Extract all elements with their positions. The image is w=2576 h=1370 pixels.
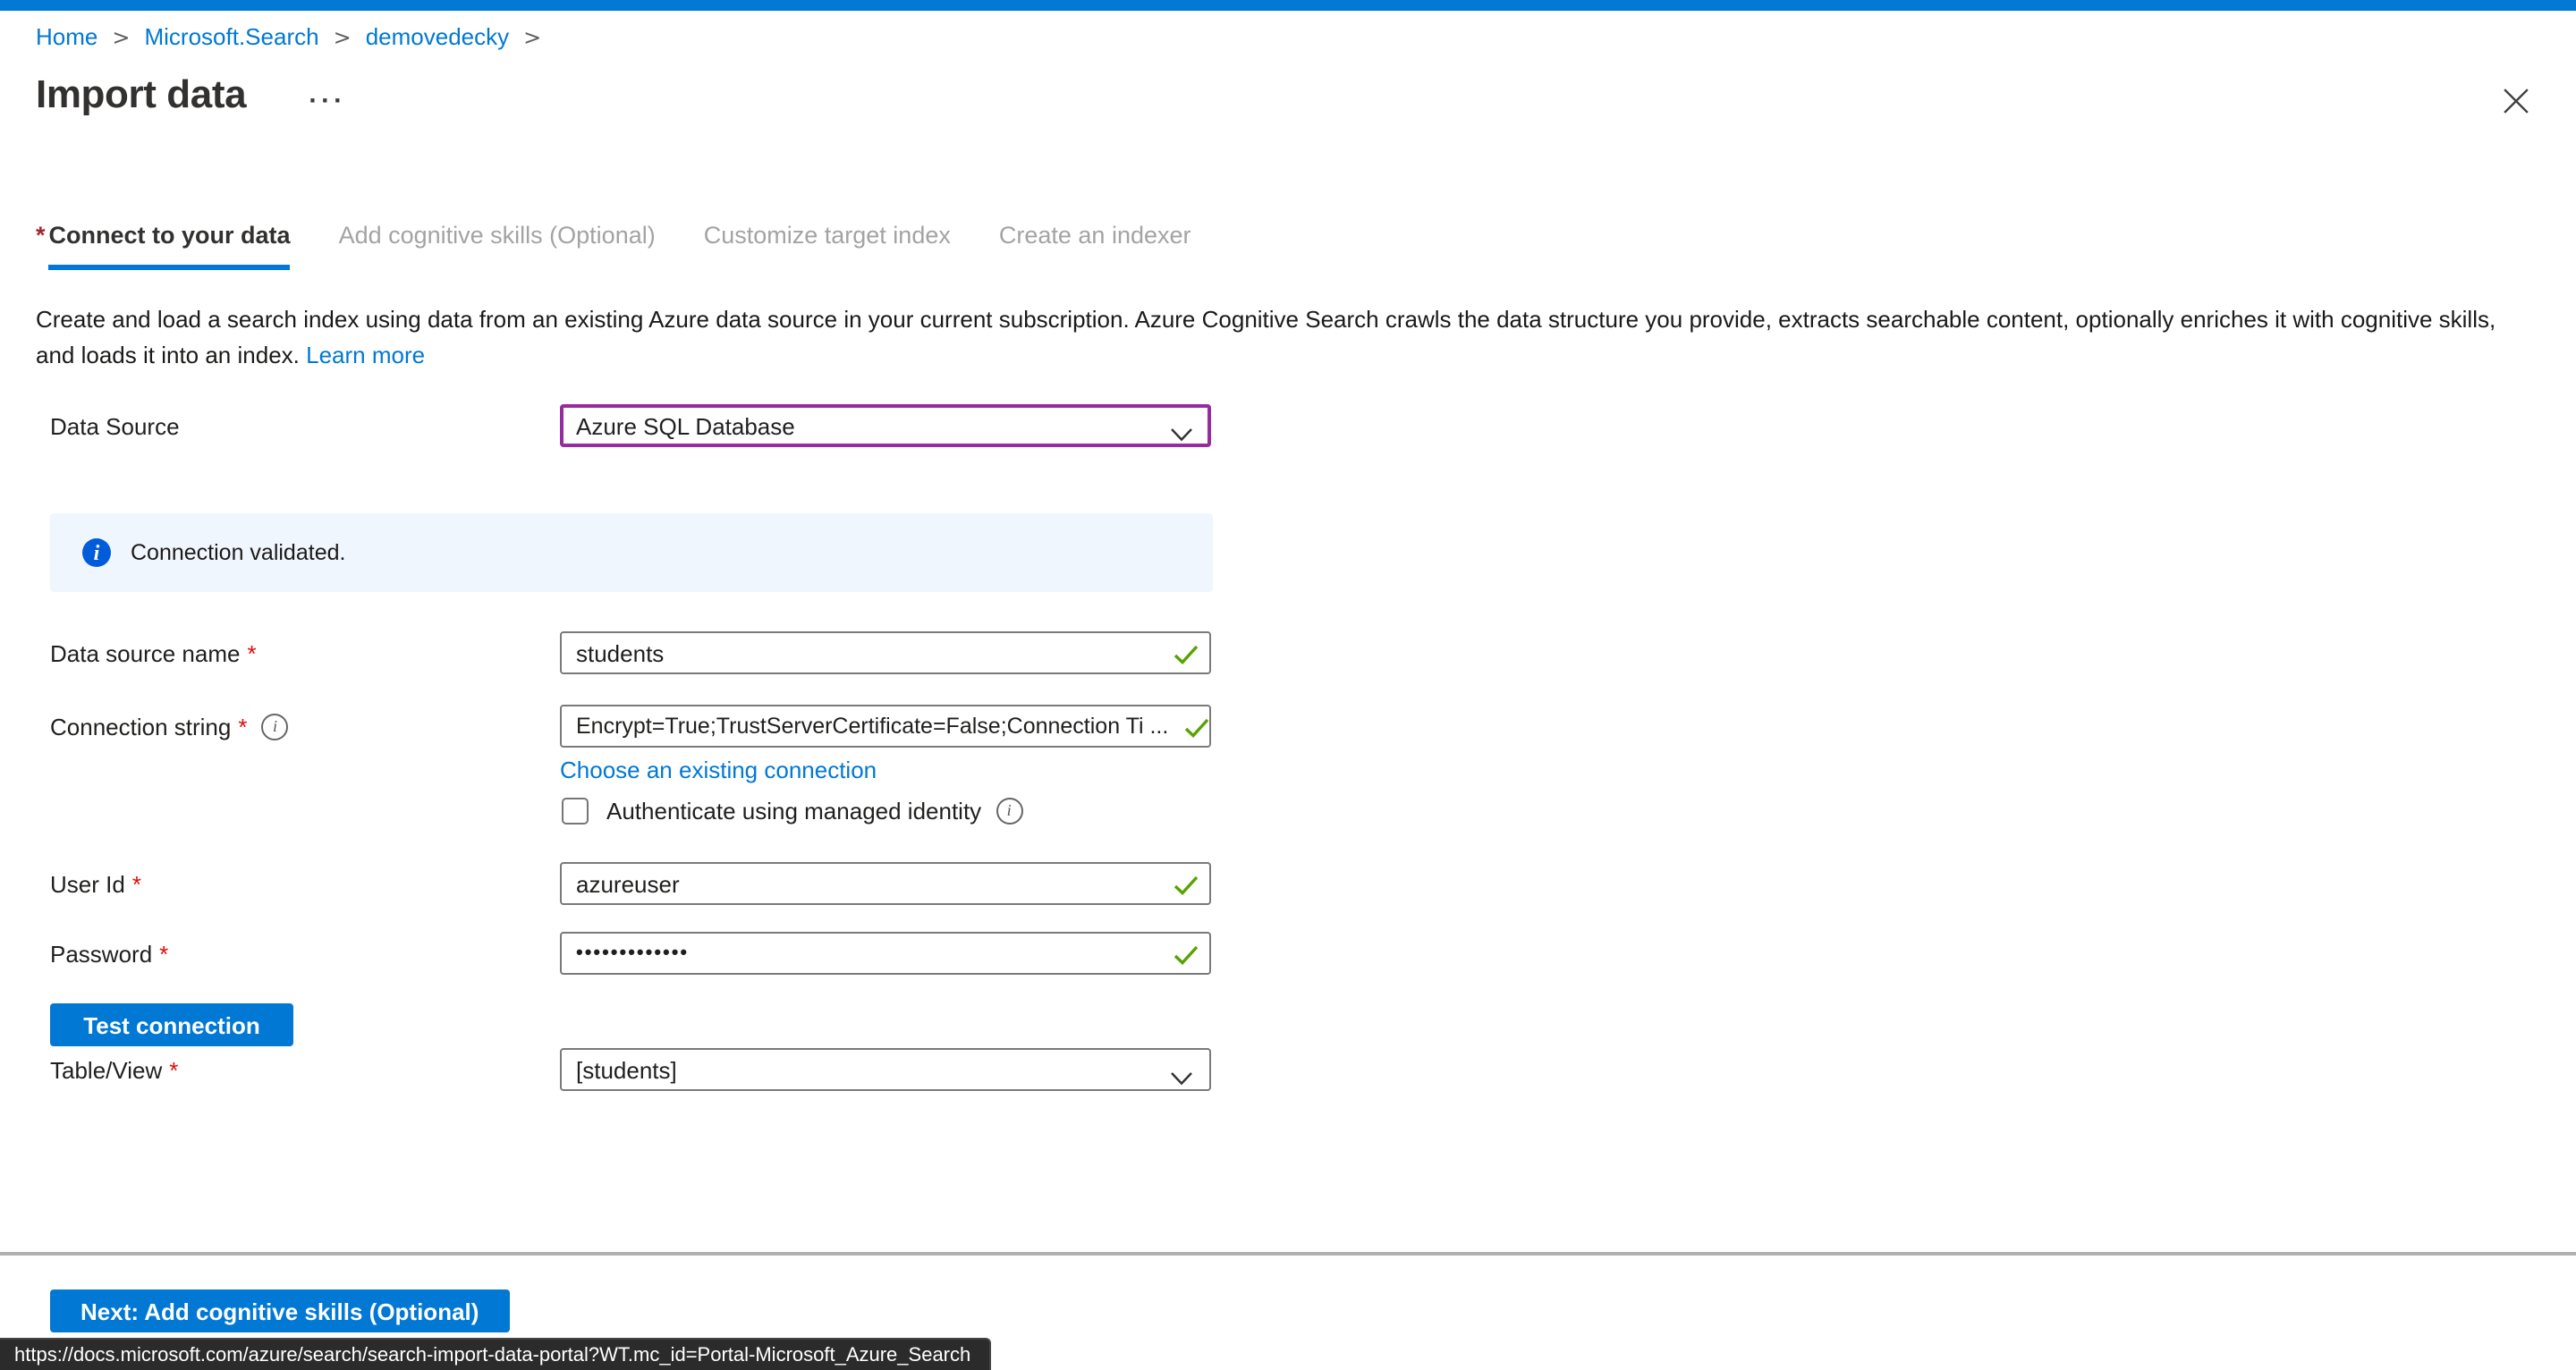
password-row: Password * <box>50 932 1213 975</box>
label-text: User Id <box>50 870 125 897</box>
data-source-dropdown[interactable]: Azure SQL Database <box>560 404 1211 447</box>
breadcrumb-separator-icon: > <box>523 24 541 49</box>
label-text: Data source name <box>50 639 240 666</box>
password-input[interactable] <box>560 932 1211 975</box>
password-label: Password * <box>50 940 560 967</box>
table-view-value: [students] <box>576 1056 677 1083</box>
required-asterisk: * <box>247 639 256 666</box>
connect-form: Data Source Azure SQL Database i Connect… <box>50 404 1213 1091</box>
managed-identity-checkbox[interactable] <box>562 797 589 824</box>
tab-create-an-indexer[interactable]: Create an indexer <box>999 222 1191 265</box>
next-add-cognitive-skills-button[interactable]: Next: Add cognitive skills (Optional) <box>50 1290 509 1332</box>
managed-identity-row: Authenticate using managed identity i <box>50 794 1213 826</box>
context-menu-ellipsis-icon[interactable]: ··· <box>309 85 346 115</box>
data-source-name-label: Data source name * <box>50 639 560 666</box>
status-url: https://docs.microsoft.com/azure/search/… <box>14 1344 970 1366</box>
required-asterisk: * <box>132 870 141 897</box>
wizard-tabs: *Connect to your data Add cognitive skil… <box>36 222 1240 265</box>
import-data-blade: Home > Microsoft.Search > demovedecky > … <box>0 0 2576 1368</box>
data-source-row: Data Source Azure SQL Database <box>50 404 1213 447</box>
page-title: Import data <box>36 72 246 118</box>
required-asterisk: * <box>238 713 247 740</box>
breadcrumb-home[interactable]: Home <box>36 23 97 50</box>
breadcrumb-separator-icon: > <box>334 24 352 49</box>
tab-label: Create an indexer <box>999 222 1191 265</box>
table-view-label: Table/View * <box>50 1056 560 1083</box>
user-id-input[interactable] <box>560 862 1211 905</box>
choose-existing-connection-link[interactable]: Choose an existing connection <box>560 756 877 782</box>
tab-label: Customize target index <box>704 222 951 265</box>
tab-add-cognitive-skills[interactable]: Add cognitive skills (Optional) <box>339 222 656 265</box>
close-blade-button[interactable] <box>2497 82 2533 118</box>
table-view-dropdown[interactable]: [students] <box>560 1048 1211 1091</box>
connection-string-row: Connection string * i <box>50 705 1213 748</box>
label-text: Connection string <box>50 713 231 740</box>
learn-more-link[interactable]: Learn more <box>306 341 425 368</box>
data-source-value: Azure SQL Database <box>576 412 795 439</box>
data-source-name-input[interactable] <box>560 631 1211 674</box>
footer-divider <box>0 1252 2576 1256</box>
data-source-name-row: Data source name * <box>50 631 1213 674</box>
intro-text: Create and load a search index using dat… <box>36 302 2540 372</box>
user-id-row: User Id * <box>50 862 1213 905</box>
required-asterisk: * <box>159 940 168 967</box>
tab-label: Connect to your data <box>49 222 291 270</box>
user-id-label: User Id * <box>50 870 560 897</box>
link-status-bar: https://docs.microsoft.com/azure/search/… <box>0 1338 990 1370</box>
label-text: Table/View <box>50 1056 162 1083</box>
breadcrumb: Home > Microsoft.Search > demovedecky > <box>36 23 555 50</box>
info-tooltip-icon[interactable]: i <box>261 713 288 740</box>
connection-string-input[interactable] <box>560 705 1211 748</box>
connection-validated-banner: i Connection validated. <box>50 513 1213 592</box>
choose-existing-connection-row: Choose an existing connection <box>50 753 1213 785</box>
table-view-row: Table/View * [students] <box>50 1048 1213 1091</box>
info-icon: i <box>82 538 111 567</box>
required-asterisk: * <box>169 1056 178 1083</box>
info-tooltip-icon[interactable]: i <box>996 797 1022 824</box>
connection-string-label: Connection string * i <box>50 713 560 740</box>
portal-top-bar <box>0 0 2576 11</box>
close-icon <box>2502 87 2529 114</box>
tab-connect-to-your-data[interactable]: *Connect to your data <box>36 222 291 265</box>
banner-text: Connection validated. <box>131 540 345 565</box>
breadcrumb-demovedecky[interactable]: demovedecky <box>366 23 509 50</box>
tab-label: Add cognitive skills (Optional) <box>339 222 656 265</box>
label-text: Password <box>50 940 152 967</box>
data-source-label: Data Source <box>50 412 560 439</box>
tab-customize-target-index[interactable]: Customize target index <box>704 222 951 265</box>
breadcrumb-separator-icon: > <box>112 24 130 49</box>
test-connection-button[interactable]: Test connection <box>50 1003 293 1046</box>
breadcrumb-microsoft-search[interactable]: Microsoft.Search <box>145 23 319 50</box>
title-row: Import data ··· <box>36 72 346 118</box>
managed-identity-label: Authenticate using managed identity <box>606 797 981 824</box>
tab-required-asterisk: * <box>36 222 46 249</box>
